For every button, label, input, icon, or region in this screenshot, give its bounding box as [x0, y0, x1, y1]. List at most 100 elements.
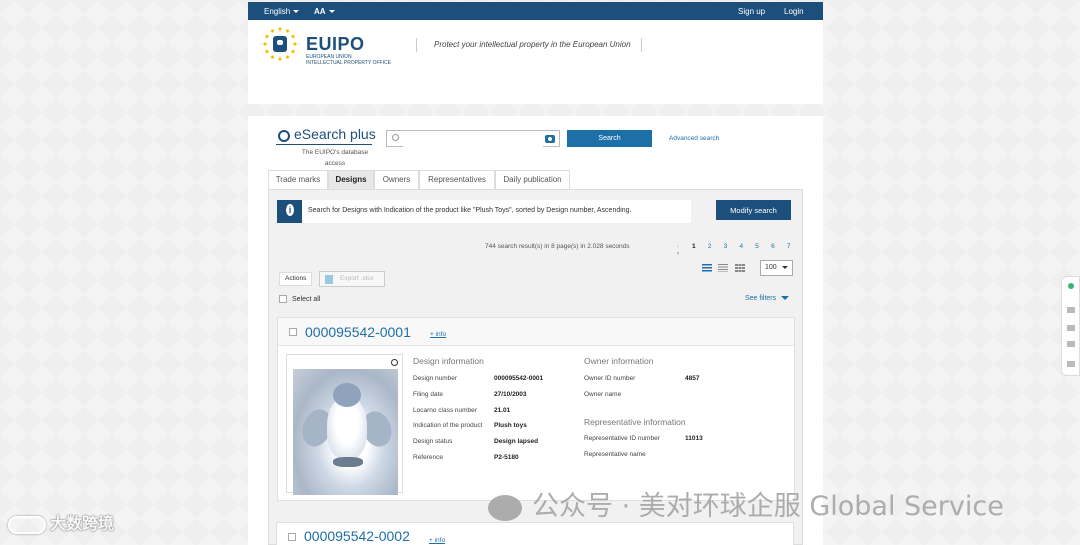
result-card: 000095542-0001 + info Design information… [277, 317, 795, 501]
tool-icon[interactable] [1067, 325, 1075, 331]
tab-daily-publication[interactable]: Daily publication [495, 170, 570, 189]
euipo-logo-icon[interactable] [262, 26, 298, 62]
result-card: 000095542-0002 + info [276, 522, 794, 545]
text-size-selector[interactable]: AA [314, 7, 335, 16]
field-value: 000095542-0001 [494, 375, 544, 382]
text-size-label: AA [314, 7, 326, 16]
design-number-link[interactable]: 000095542-0002 [304, 528, 410, 544]
watermark-logo-icon [8, 515, 46, 534]
results-summary: 744 search result(s) in 8 page(s) in 2.0… [485, 243, 630, 250]
select-all-label: Select all [292, 295, 321, 303]
field-label: Locarno class number [413, 407, 477, 414]
detail-view-icon[interactable] [718, 264, 728, 272]
watermark-left-text: 大数跨境 [50, 516, 115, 533]
plush-feet [333, 457, 363, 467]
field-value: P2-5180 [494, 454, 519, 461]
chevron-down-icon [781, 265, 788, 269]
field-value: 27/10/2003 [494, 391, 527, 398]
language-selector[interactable]: English [264, 7, 300, 16]
page-link[interactable]: 2 [703, 243, 717, 250]
actions-label: Actions [279, 272, 313, 286]
select-all[interactable]: Select all [279, 295, 320, 303]
field-label: Reference [413, 454, 443, 461]
page-link[interactable]: 3 [718, 243, 732, 250]
main-panel: eSearch plus The EUIPO's database access… [248, 116, 823, 545]
field-label: Filing date [413, 391, 443, 398]
export-xlsx-button[interactable]: Export .xlsx [319, 271, 385, 287]
see-filters-link[interactable]: See filters [745, 295, 790, 302]
divider [276, 144, 372, 145]
watermark-left: 大数跨境 [8, 510, 114, 534]
top-bar: English AA Sign up Login [248, 2, 823, 20]
chevron-down-icon [328, 10, 335, 14]
page-link[interactable]: 7 [782, 243, 796, 250]
zoom-icon[interactable] [391, 359, 398, 366]
tab-representatives[interactable]: Representatives [419, 170, 495, 189]
pagination: ‹ 1 2 3 4 5 6 7 › [671, 243, 802, 257]
tool-icon[interactable] [1067, 341, 1075, 347]
select-all-checkbox[interactable] [279, 295, 287, 303]
results-per-page-select[interactable]: 100 [760, 260, 793, 276]
tab-designs[interactable]: Designs [328, 170, 374, 189]
search-box [386, 130, 560, 149]
esearch-logo-icon [278, 130, 290, 142]
divider [641, 38, 642, 52]
per-page-value: 100 [765, 264, 777, 271]
list-view-icon[interactable] [702, 264, 712, 272]
watermark-right-text: 公众号 · 美对环球企服 Global Service [532, 491, 1004, 522]
advanced-search-link[interactable]: Advanced search [669, 135, 719, 142]
field-label: Indication of the product [413, 422, 483, 429]
page-link[interactable]: 4 [734, 243, 748, 250]
search-input[interactable] [403, 134, 543, 149]
grid-view-icon[interactable] [735, 264, 745, 272]
prev-page-icon: ‹ [676, 243, 680, 250]
tab-owners[interactable]: Owners [374, 170, 419, 189]
search-criteria-bar: Search for Designs with Indication of th… [277, 200, 691, 223]
result-checkbox[interactable] [289, 328, 297, 336]
login-link[interactable]: Login [784, 7, 804, 16]
tab-trade-marks[interactable]: Trade marks [268, 170, 328, 189]
field-value: Design lapsed [494, 438, 539, 445]
owner-info-title: Owner information [584, 356, 654, 366]
logo-text: EUIPO [306, 34, 365, 54]
page-link[interactable]: 5 [750, 243, 764, 250]
see-filters-label: See filters [745, 295, 777, 302]
logo-subtitle-line2: INTELLECTUAL PROPERTY OFFICE [306, 60, 391, 66]
info-icon [277, 200, 302, 223]
field-value: 21.01 [494, 407, 511, 414]
field-label: Owner name [584, 391, 622, 398]
modify-search-button[interactable]: Modify search [716, 200, 791, 220]
status-dot-icon [1068, 283, 1074, 289]
design-info-title: Design information [413, 356, 484, 366]
field-label: Representative name [584, 451, 646, 458]
field-label: Representative ID number [584, 435, 660, 442]
result-card-header: 000095542-0001 + info [278, 318, 794, 346]
search-button[interactable]: Search [567, 130, 652, 147]
more-info-link[interactable]: + info [429, 537, 445, 544]
tool-icon[interactable] [1067, 361, 1075, 367]
page-link[interactable]: 1 [687, 243, 701, 250]
language-label: English [264, 7, 291, 16]
representative-info-title: Representative information [584, 417, 686, 427]
chevron-down-icon [293, 10, 300, 14]
esearch-title: eSearch plus [294, 126, 376, 142]
camera-icon[interactable] [545, 135, 555, 143]
design-number-link[interactable]: 000095542-0001 [305, 324, 411, 340]
more-info-link[interactable]: + info [430, 331, 446, 338]
watermark-right: 公众号 · 美对环球企服 Global Service [488, 484, 1004, 523]
side-toolbar[interactable] [1061, 276, 1080, 376]
field-value: 11013 [685, 435, 703, 442]
tool-icon[interactable] [1067, 307, 1075, 313]
chevron-down-icon [781, 296, 790, 301]
search-icon [392, 134, 399, 141]
divider [416, 38, 417, 52]
plush-head [333, 383, 361, 407]
signup-link[interactable]: Sign up [738, 7, 765, 16]
page-link[interactable]: 6 [766, 243, 780, 250]
wechat-icon [488, 494, 522, 521]
next-page-icon[interactable]: › [671, 250, 685, 257]
design-thumbnail[interactable] [286, 354, 403, 495]
result-checkbox[interactable] [288, 533, 296, 541]
field-value: Plush toys [494, 422, 527, 429]
field-label: Design status [413, 438, 453, 445]
